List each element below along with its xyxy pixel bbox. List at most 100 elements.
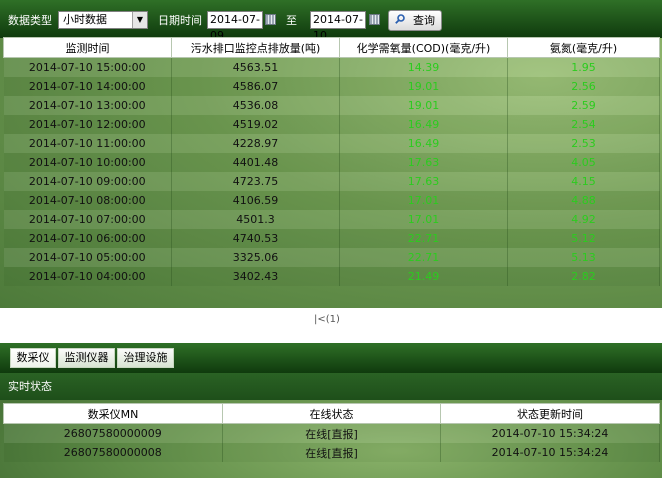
cell-ammonia: 1.95 — [507, 57, 660, 77]
cell-time: 2014-07-10 05:00:00 — [3, 248, 172, 267]
cell-cod: 16.49 — [339, 134, 508, 153]
cell-cod: 19.01 — [339, 77, 508, 96]
column-header: 氨氮(毫克/升) — [507, 37, 660, 58]
table-row[interactable]: 2014-07-10 14:00:00 4586.07 19.01 2.56 — [3, 77, 660, 96]
cell-ammonia: 5.12 — [507, 229, 660, 248]
cell-ammonia: 5.13 — [507, 248, 660, 267]
cell-discharge: 4228.97 — [171, 134, 340, 153]
cell-ammonia: 2.53 — [507, 134, 660, 153]
cell-time: 2014-07-10 04:00:00 — [3, 267, 172, 286]
data-type-select[interactable]: 小时数据 ▼ — [58, 11, 148, 29]
cell-discharge: 4740.53 — [171, 229, 340, 248]
cell-discharge: 4586.07 — [171, 77, 340, 96]
date-label: 日期时间 — [158, 14, 202, 27]
cell-discharge: 4563.51 — [171, 57, 340, 77]
start-date-input[interactable]: 2014-07-09 — [207, 11, 263, 42]
cell-time: 2014-07-10 07:00:00 — [3, 210, 172, 229]
cell-ammonia: 2.82 — [507, 267, 660, 286]
cell-cod: 17.01 — [339, 191, 508, 210]
data-type-value: 小时数据 — [63, 13, 107, 26]
cell-update-time: 2014-07-10 15:34:24 — [440, 443, 660, 462]
cell-ammonia: 4.88 — [507, 191, 660, 210]
table-header-row: 数采仪MN 在线状态 状态更新时间 — [3, 403, 660, 424]
table-row[interactable]: 26807580000009 在线[直报] 2014-07-10 15:34:2… — [3, 423, 660, 443]
to-label: 至 — [286, 14, 297, 27]
cell-ammonia: 4.92 — [507, 210, 660, 229]
query-button[interactable]: 查询 — [388, 10, 442, 31]
chevron-down-icon[interactable]: ▼ — [132, 12, 147, 28]
table-row[interactable]: 2014-07-10 12:00:00 4519.02 16.49 2.54 — [3, 115, 660, 134]
column-header: 在线状态 — [222, 403, 441, 424]
data-table: 监测时间 污水排口监控点排放量(吨) 化学需氧量(COD)(毫克/升) 氨氮(毫… — [3, 37, 660, 286]
cell-cod: 21.49 — [339, 267, 508, 286]
cell-ammonia: 4.15 — [507, 172, 660, 191]
cell-discharge: 4106.59 — [171, 191, 340, 210]
cell-update-time: 2014-07-10 15:34:24 — [440, 423, 660, 443]
cell-time: 2014-07-10 14:00:00 — [3, 77, 172, 96]
tab-data-collector[interactable]: 数采仪 — [10, 348, 56, 368]
tab-treatment-facility[interactable]: 治理设施 — [117, 348, 174, 368]
cell-time: 2014-07-10 12:00:00 — [3, 115, 172, 134]
realtime-status-label: 实时状态 — [0, 373, 662, 400]
cell-discharge: 4501.3 — [171, 210, 340, 229]
cell-discharge: 4536.08 — [171, 96, 340, 115]
column-header: 数采仪MN — [3, 403, 223, 424]
cell-cod: 17.63 — [339, 172, 508, 191]
end-date-input[interactable]: 2014-07-10 — [310, 11, 366, 42]
cell-cod: 14.39 — [339, 57, 508, 77]
table-row[interactable]: 2014-07-10 09:00:00 4723.75 17.63 4.15 — [3, 172, 660, 191]
cell-discharge: 4723.75 — [171, 172, 340, 191]
cell-time: 2014-07-10 15:00:00 — [3, 57, 172, 77]
cell-online-status: 在线[直报] — [222, 423, 441, 443]
tab-monitoring-instrument[interactable]: 监测仪器 — [58, 348, 115, 368]
table-row[interactable]: 2014-07-10 07:00:00 4501.3 17.01 4.92 — [3, 210, 660, 229]
table-row[interactable]: 2014-07-10 06:00:00 4740.53 22.71 5.12 — [3, 229, 660, 248]
table-row[interactable]: 26807580000008 在线[直报] 2014-07-10 15:34:2… — [3, 443, 660, 462]
status-tab-bar: 数采仪 监测仪器 治理设施 — [0, 343, 662, 373]
table-row[interactable]: 2014-07-10 05:00:00 3325.06 22.71 5.13 — [3, 248, 660, 267]
table-header-row: 监测时间 污水排口监控点排放量(吨) 化学需氧量(COD)(毫克/升) 氨氮(毫… — [3, 37, 660, 58]
cell-ammonia: 4.05 — [507, 153, 660, 172]
table-row[interactable]: 2014-07-10 10:00:00 4401.48 17.63 4.05 — [3, 153, 660, 172]
search-icon — [395, 14, 405, 24]
status-table: 数采仪MN 在线状态 状态更新时间 26807580000009 在线[直报] … — [3, 403, 660, 462]
cell-ammonia: 2.59 — [507, 96, 660, 115]
table-row[interactable]: 2014-07-10 11:00:00 4228.97 16.49 2.53 — [3, 134, 660, 153]
cell-cod: 22.71 — [339, 248, 508, 267]
cell-time: 2014-07-10 09:00:00 — [3, 172, 172, 191]
cell-ammonia: 2.54 — [507, 115, 660, 134]
cell-cod: 17.63 — [339, 153, 508, 172]
column-header: 化学需氧量(COD)(毫克/升) — [339, 37, 508, 58]
cell-online-status: 在线[直报] — [222, 443, 441, 462]
column-header: 污水排口监控点排放量(吨) — [171, 37, 340, 58]
pager-first-page[interactable]: |<(1) — [314, 314, 340, 325]
query-button-label: 查询 — [413, 14, 435, 27]
data-panel: 数据类型 小时数据 ▼ 日期时间 2014-07-09 至 2014-07-10… — [0, 0, 662, 308]
table-row[interactable]: 2014-07-10 04:00:00 3402.43 21.49 2.82 — [3, 267, 660, 286]
cell-cod: 19.01 — [339, 96, 508, 115]
cell-time: 2014-07-10 11:00:00 — [3, 134, 172, 153]
cell-cod: 16.49 — [339, 115, 508, 134]
calendar-icon[interactable] — [265, 14, 276, 25]
pager: |<(1) — [0, 308, 662, 336]
cell-discharge: 4401.48 — [171, 153, 340, 172]
cell-discharge: 3325.06 — [171, 248, 340, 267]
column-header: 监测时间 — [3, 37, 172, 58]
query-toolbar: 数据类型 小时数据 ▼ 日期时间 2014-07-09 至 2014-07-10… — [0, 0, 662, 42]
cell-ammonia: 2.56 — [507, 77, 660, 96]
table-row[interactable]: 2014-07-10 08:00:00 4106.59 17.01 4.88 — [3, 191, 660, 210]
cell-discharge: 4519.02 — [171, 115, 340, 134]
status-panel: 数采仪 监测仪器 治理设施 实时状态 数采仪MN 在线状态 状态更新时间 268… — [0, 343, 662, 478]
cell-mn: 26807580000008 — [3, 443, 223, 462]
cell-cod: 17.01 — [339, 210, 508, 229]
cell-discharge: 3402.43 — [171, 267, 340, 286]
calendar-icon[interactable] — [369, 14, 380, 25]
table-row[interactable]: 2014-07-10 15:00:00 4563.51 14.39 1.95 — [3, 57, 660, 77]
cell-time: 2014-07-10 08:00:00 — [3, 191, 172, 210]
cell-time: 2014-07-10 10:00:00 — [3, 153, 172, 172]
data-type-label: 数据类型 — [8, 14, 52, 27]
cell-mn: 26807580000009 — [3, 423, 223, 443]
cell-time: 2014-07-10 13:00:00 — [3, 96, 172, 115]
table-row[interactable]: 2014-07-10 13:00:00 4536.08 19.01 2.59 — [3, 96, 660, 115]
cell-time: 2014-07-10 06:00:00 — [3, 229, 172, 248]
